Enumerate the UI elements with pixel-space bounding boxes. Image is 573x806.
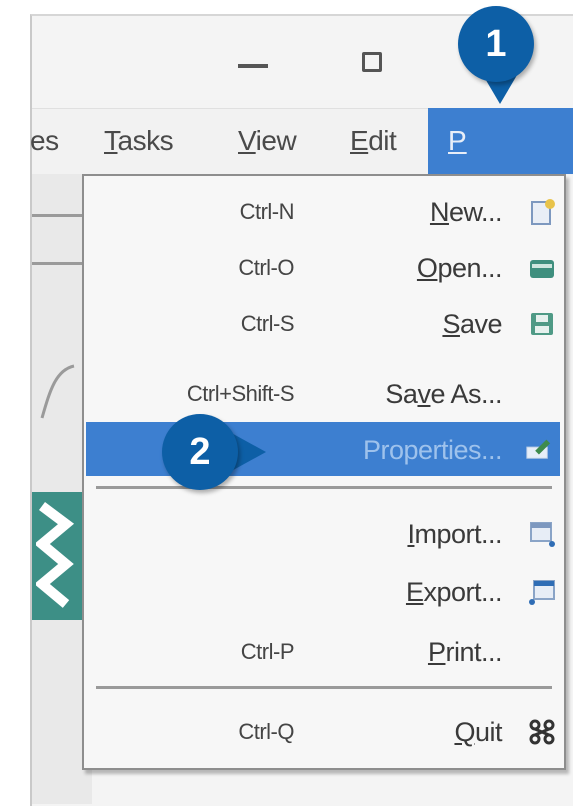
- menu-item-new[interactable]: Ctrl-N New...: [82, 184, 564, 240]
- menu-item-quit[interactable]: Ctrl-Q Quit: [82, 704, 564, 760]
- export-icon: [529, 580, 555, 605]
- shortcut-label: Ctrl-Q: [238, 719, 294, 744]
- import-icon: [530, 522, 555, 547]
- new-document-icon: [531, 199, 555, 225]
- menu-item-label: Save: [442, 309, 502, 339]
- menu-item-open[interactable]: Ctrl-O Open...: [82, 240, 564, 296]
- menu-item-properties[interactable]: Properties...: [86, 422, 560, 476]
- menu-item-tasks[interactable]: Tasks: [104, 108, 174, 174]
- menu-item-label: Save As...: [385, 379, 502, 409]
- menu-separator: [96, 686, 552, 689]
- menu-item-edit[interactable]: Edit: [350, 108, 397, 174]
- quit-command-icon: [529, 719, 555, 745]
- minimize-icon[interactable]: [238, 64, 268, 68]
- menu-item-label: Export...: [405, 577, 503, 607]
- open-folder-icon: [530, 260, 554, 278]
- step-callout-1: 1: [458, 6, 534, 82]
- background-curve: [40, 364, 75, 419]
- menu-item-label: Import...: [407, 519, 502, 549]
- shortcut-label: Ctrl-N: [239, 199, 295, 224]
- menu-item-export[interactable]: Export...: [82, 564, 564, 620]
- menu-item-label: Properties...: [362, 435, 503, 465]
- menu-item-import[interactable]: Import...: [82, 506, 564, 562]
- menu-separator: [96, 486, 552, 489]
- zigzag-logo-icon: [36, 502, 75, 608]
- menu-item-label: Quit: [454, 717, 502, 747]
- menu-item-partial[interactable]: es: [30, 108, 59, 174]
- menu-item-save[interactable]: Ctrl-S Save: [82, 296, 564, 352]
- shortcut-label: Ctrl-O: [238, 255, 294, 280]
- menu-item-label: New...: [429, 197, 503, 227]
- menu-item-view[interactable]: View: [238, 108, 297, 174]
- save-disk-icon: [531, 313, 553, 335]
- menu-item-print[interactable]: Ctrl-P Print...: [82, 624, 564, 680]
- menu-item-label: Open...: [416, 253, 503, 283]
- maximize-icon[interactable]: [362, 52, 382, 72]
- shortcut-label: Ctrl-S: [240, 311, 295, 336]
- shortcut-label: Ctrl-P: [240, 639, 295, 664]
- properties-icon: [526, 439, 551, 459]
- menu-item-project[interactable]: Project: [428, 108, 573, 222]
- menu-item-save-as[interactable]: Ctrl+Shift-S Save As...: [82, 366, 564, 422]
- step-callout-2: 2: [162, 414, 238, 490]
- menu-item-label: Print...: [427, 637, 503, 667]
